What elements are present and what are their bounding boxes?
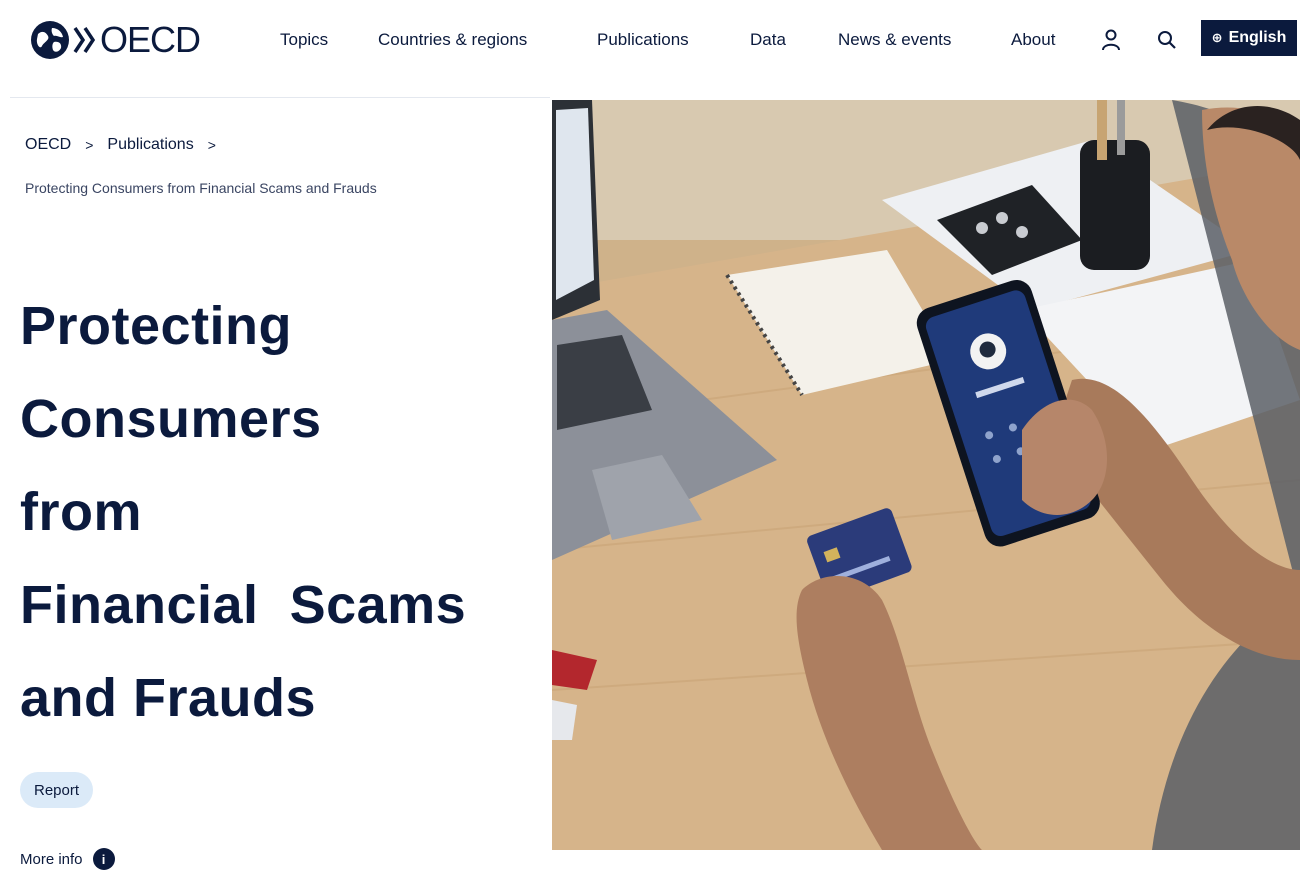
breadcrumb-separator: > [207, 137, 216, 153]
header-divider [10, 97, 550, 98]
title-line: Consumers [20, 389, 322, 449]
info-icon: i [92, 848, 115, 870]
title-line: and Frauds [20, 668, 317, 728]
title-line: Protecting [20, 296, 293, 356]
breadcrumb-separator: > [85, 137, 94, 153]
more-info-link[interactable]: More info i [20, 848, 115, 870]
globe-icon [31, 21, 69, 59]
user-icon[interactable] [1097, 26, 1125, 54]
hero-image [552, 100, 1300, 850]
breadcrumb-current: Protecting Consumers from Financial Scam… [25, 180, 377, 196]
language-button[interactable]: ⊕ English [1201, 20, 1297, 56]
breadcrumb: OECD > Publications > [25, 136, 216, 154]
title-line: from [20, 482, 142, 542]
chevrons-icon [73, 27, 96, 53]
page-title: Protecting Consumers from Financial Scam… [20, 280, 550, 745]
nav-countries-regions[interactable]: Countries & regions [378, 26, 527, 54]
report-badge: Report [20, 772, 94, 808]
oecd-logo[interactable]: OECD [30, 18, 201, 62]
site-header: OECD Topics Countries & regions Publicat… [0, 0, 1300, 80]
logo-text: OECD [100, 19, 201, 60]
breadcrumb-publications[interactable]: Publications [107, 136, 193, 154]
globe-icon: ⊕ [1211, 30, 1223, 45]
title-line: Financial Scams [20, 575, 467, 635]
nav-data[interactable]: Data [750, 26, 786, 54]
nav-publications[interactable]: Publications [597, 26, 689, 54]
nav-topics[interactable]: Topics [280, 26, 328, 54]
nav-about[interactable]: About [1011, 26, 1055, 54]
nav-news-events[interactable]: News & events [838, 26, 951, 54]
more-info-label: More info [20, 850, 83, 868]
language-label: English [1228, 29, 1287, 46]
search-icon[interactable] [1153, 26, 1181, 54]
breadcrumb-home[interactable]: OECD [25, 136, 71, 154]
